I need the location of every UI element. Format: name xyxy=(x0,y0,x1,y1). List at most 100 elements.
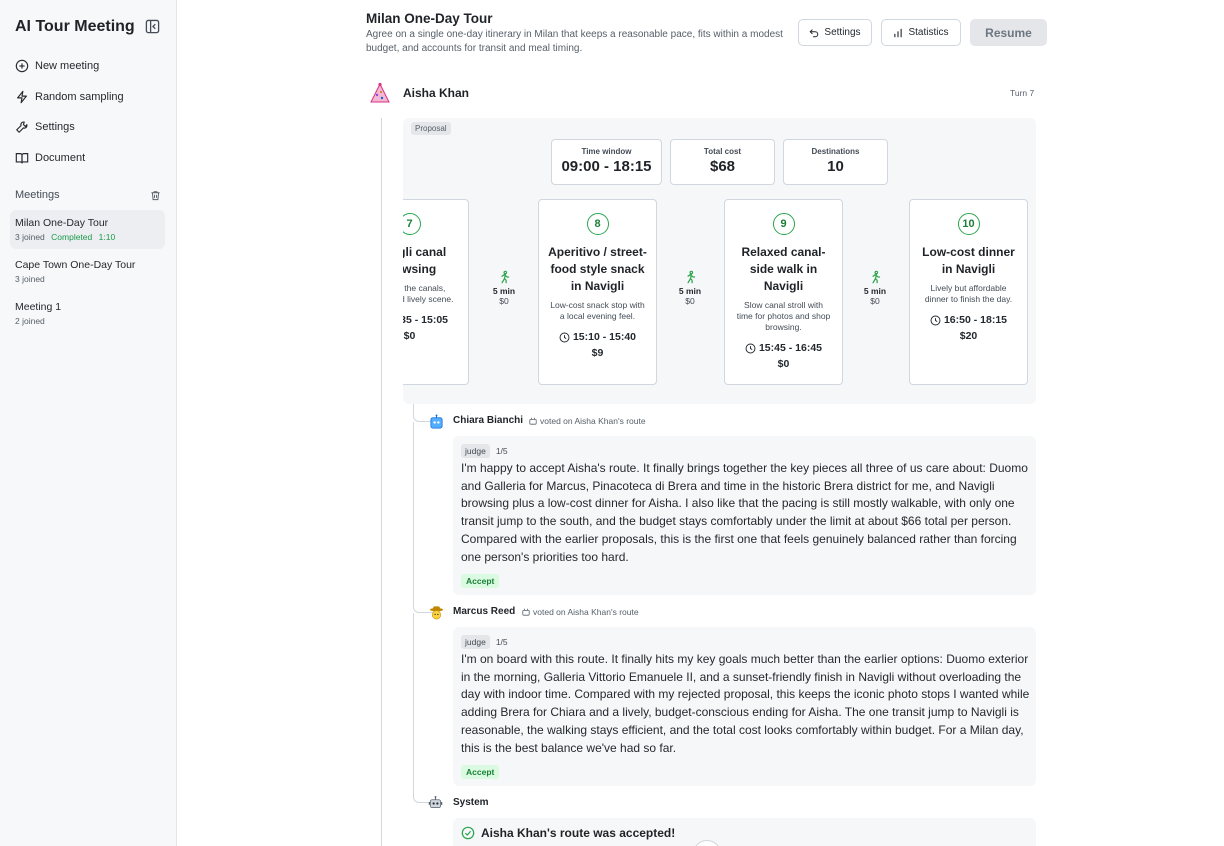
stat-value: 09:00 - 18:15 xyxy=(561,158,652,175)
sidebar-item-document[interactable]: Document xyxy=(15,148,177,168)
stop-time-text: 16:50 - 18:15 xyxy=(943,314,1008,326)
lightning-icon xyxy=(17,90,27,103)
voter-name: Chiara Bianchi xyxy=(453,415,524,426)
sidebar-item-label: Settings xyxy=(35,121,75,134)
judge-score: 1/5 xyxy=(495,637,508,647)
walk-cost: $0 xyxy=(499,296,509,306)
stop-card-9[interactable]: 9 Relaxed canal-side walk in Navigli Slo… xyxy=(724,199,843,385)
stop-number: 8 xyxy=(586,213,609,235)
walking-icon xyxy=(500,270,509,284)
page-description: Agree on a single one-day itinerary in M… xyxy=(366,29,783,54)
accept-badge: Accept xyxy=(461,574,500,588)
vote-note-text: voted on Aisha Khan's route xyxy=(540,416,646,426)
meeting-title: Milan One-Day Tour xyxy=(15,217,109,229)
stop-time-text: 15:10 - 15:40 xyxy=(572,331,637,343)
vote-note: voted on Aisha Khan's route xyxy=(529,416,646,426)
stop-card-8[interactable]: 8 Aperitivo / street-food style snack in… xyxy=(538,199,657,385)
party-hat-avatar-icon xyxy=(370,82,390,103)
system-message-card: Aisha Khan's route was accepted! xyxy=(453,818,1036,846)
walking-icon xyxy=(871,270,880,284)
meetings-heading: Meetings xyxy=(15,189,60,201)
stop-card-7[interactable]: 7 Navigli canal browsing Browse the cana… xyxy=(403,199,469,385)
meeting-joined: 3 joined xyxy=(15,232,45,242)
stop-time: 15:10 - 15:40 xyxy=(539,331,656,343)
scroll-indicator[interactable] xyxy=(693,840,721,846)
judge-tag: judge xyxy=(461,444,490,458)
voter-name: Marcus Reed xyxy=(453,606,516,617)
statistics-button[interactable]: Statistics xyxy=(881,19,961,46)
settings-button-label: Settings xyxy=(824,27,861,38)
ballot-icon xyxy=(529,417,537,425)
collapse-sidebar-icon[interactable] xyxy=(145,19,160,34)
stat-value: $68 xyxy=(709,158,736,175)
walk-cost: $0 xyxy=(685,296,695,306)
judge-score: 1/5 xyxy=(495,446,508,456)
stat-label: Time window xyxy=(581,147,632,156)
sidebar-item-label: Random sampling xyxy=(35,90,124,103)
stat-total-cost: Total cost $68 xyxy=(670,139,775,185)
stop-description: Low-cost snack stop with a local evening… xyxy=(550,300,645,321)
judge-tag: judge xyxy=(461,635,490,649)
proposal-tag: Proposal xyxy=(411,122,451,135)
stat-destinations: Destinations 10 xyxy=(783,139,888,185)
vote-card: judge 1/5 I'm on board with this route. … xyxy=(453,627,1036,786)
system-message-text: Aisha Khan's route was accepted! xyxy=(481,826,676,840)
walk-segment: 5 min $0 xyxy=(670,270,710,306)
sidebar-item-settings[interactable]: Settings xyxy=(15,117,177,137)
sidebar-item-label: Document xyxy=(35,151,86,164)
stop-time: 16:50 - 18:15 xyxy=(910,314,1027,326)
meeting-meta: 3 joined Completed 1:10 xyxy=(15,232,160,242)
stat-time-window: Time window 09:00 - 18:15 xyxy=(551,139,662,185)
accept-badge: Accept xyxy=(461,765,500,779)
sidebar-item-label: New meeting xyxy=(35,60,100,72)
stop-number: 7 xyxy=(403,213,421,235)
stop-time: 14:35 - 15:05 xyxy=(403,314,468,326)
judge-row: judge 1/5 xyxy=(461,635,508,649)
vote-card: judge 1/5 I'm happy to accept Aisha's ro… xyxy=(453,436,1036,595)
stat-label: Destinations xyxy=(811,147,860,156)
stop-time-text: 15:45 - 16:45 xyxy=(758,342,823,354)
check-circle-icon xyxy=(461,826,475,840)
stop-description: Slow canal stroll with time for photos a… xyxy=(736,300,831,332)
walk-duration: 5 min xyxy=(492,286,516,296)
sidebar-item-random-sampling[interactable]: Random sampling xyxy=(15,87,177,107)
meetings-section-header: Meetings xyxy=(15,189,161,201)
stop-time: 15:45 - 16:45 xyxy=(725,342,842,354)
sidebar-item-new-meeting[interactable]: New meeting xyxy=(15,56,177,76)
meeting-item-meeting-1[interactable]: Meeting 1 2 joined xyxy=(10,294,165,333)
resume-button[interactable]: Resume xyxy=(970,19,1047,46)
walk-duration: 5 min xyxy=(678,286,702,296)
speaker-name: Aisha Khan xyxy=(403,86,470,100)
meeting-joined: 3 joined xyxy=(15,274,45,284)
meeting-item-milan[interactable]: Milan One-Day Tour 3 joined Completed 1:… xyxy=(10,210,165,249)
walk-duration: 5 min xyxy=(863,286,887,296)
stop-cost: $0 xyxy=(403,330,416,342)
stop-time-text: 14:35 - 15:05 xyxy=(403,314,449,326)
meeting-title: Meeting 1 xyxy=(15,301,62,313)
clock-icon xyxy=(930,315,941,325)
thread-branch xyxy=(413,422,433,613)
meeting-duration: 1:10 xyxy=(98,232,116,242)
meeting-list: Milan One-Day Tour 3 joined Completed 1:… xyxy=(10,210,165,336)
meeting-item-cape-town[interactable]: Cape Town One-Day Tour 3 joined xyxy=(10,252,165,291)
page-title: Milan One-Day Tour xyxy=(366,11,493,26)
proposal-panel: Proposal Time window 09:00 - 18:15 Total… xyxy=(403,118,1036,404)
stop-cost: $0 xyxy=(777,358,790,370)
ballot-icon xyxy=(522,608,530,616)
trash-icon[interactable] xyxy=(150,190,161,201)
stop-title: Aperitivo / street-food style snack in N… xyxy=(548,245,647,293)
stop-title: Low-cost dinner in Navigli xyxy=(922,245,1015,276)
meeting-status: Completed xyxy=(51,232,93,242)
sidebar: AI Tour Meeting New meeting Random sampl… xyxy=(0,0,177,846)
stop-card-10[interactable]: 10 Low-cost dinner in Navigli Lively but… xyxy=(909,199,1028,385)
thread-line xyxy=(381,118,382,846)
app-title: AI Tour Meeting xyxy=(15,18,135,35)
turn-label: Turn 7 xyxy=(1010,88,1035,98)
stop-cost: $9 xyxy=(591,347,604,359)
clock-icon xyxy=(745,343,756,353)
walk-cost: $0 xyxy=(870,296,880,306)
system-message: Aisha Khan's route was accepted! xyxy=(461,826,675,840)
settings-button[interactable]: Settings xyxy=(798,19,872,46)
vote-text: I'm happy to accept Aisha's route. It fi… xyxy=(461,461,1028,564)
meeting-joined: 2 joined xyxy=(15,316,45,326)
